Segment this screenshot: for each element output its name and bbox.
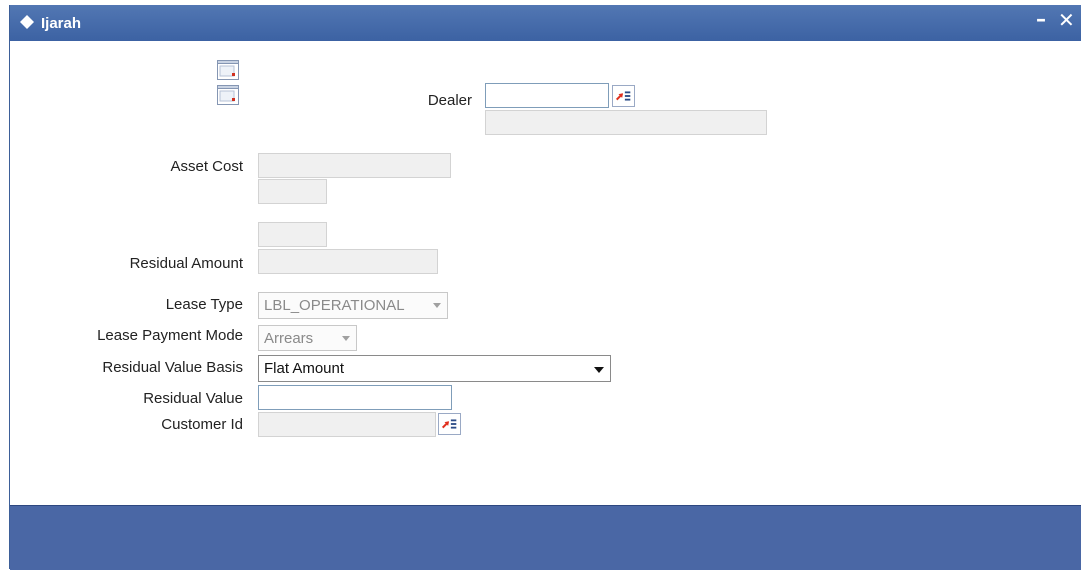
footer-bar: [10, 505, 1081, 570]
lease-type-label: Lease Type: [165, 296, 243, 313]
diamond-icon: [20, 15, 34, 29]
residual-value-basis-select[interactable]: Flat Amount: [258, 355, 611, 382]
document-icon[interactable]: [217, 60, 239, 80]
dealer-lov-icon[interactable]: [612, 85, 635, 107]
lease-payment-mode-label: Lease Payment Mode: [97, 327, 243, 344]
residual-amount-field: [258, 249, 438, 274]
asset-cost-label: Asset Cost: [170, 158, 243, 175]
residual-amount-label: Residual Amount: [129, 255, 243, 272]
chevron-down-icon: [594, 367, 604, 373]
customer-id-label: Customer Id: [161, 416, 243, 433]
asset-cost-currency-field: [258, 179, 327, 204]
ijarah-window: Ijarah – ✕ Dealer Asset Cost Residual Am…: [9, 5, 1081, 570]
chevron-down-icon: [433, 303, 441, 308]
residual-value-basis-value: Flat Amount: [264, 360, 345, 377]
residual-value-label: Residual Value: [143, 390, 243, 407]
document-icon[interactable]: [217, 85, 239, 105]
dealer-description-field: [485, 110, 767, 135]
window-title: Ijarah: [41, 15, 82, 32]
residual-amount-currency-field: [258, 222, 327, 247]
title-bar: Ijarah – ✕: [10, 5, 1081, 41]
lease-payment-mode-value: Arrears: [264, 330, 314, 347]
residual-value-basis-label: Residual Value Basis: [102, 359, 243, 376]
dealer-label: Dealer: [427, 92, 472, 109]
customer-id-lov-icon[interactable]: [438, 413, 461, 435]
residual-value-input[interactable]: [258, 385, 452, 410]
asset-cost-field: [258, 153, 451, 178]
lease-payment-mode-select[interactable]: Arrears: [258, 325, 357, 351]
lease-type-select[interactable]: LBL_OPERATIONAL: [258, 292, 448, 319]
customer-id-field: [258, 412, 436, 437]
close-button[interactable]: ✕: [1058, 8, 1075, 32]
lease-type-value: LBL_OPERATIONAL: [264, 297, 405, 314]
chevron-down-icon: [342, 336, 350, 341]
minimize-button[interactable]: –: [1036, 7, 1046, 31]
dealer-input[interactable]: [485, 83, 609, 108]
